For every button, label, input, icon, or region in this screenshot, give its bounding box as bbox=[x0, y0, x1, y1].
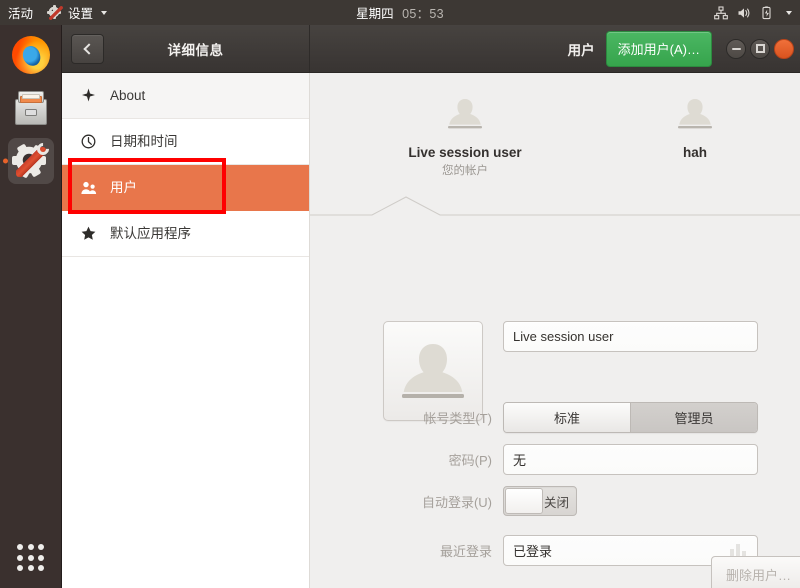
clock-icon bbox=[80, 134, 97, 149]
dock-item-files[interactable] bbox=[8, 85, 54, 131]
toggle-state-label: 关闭 bbox=[544, 492, 569, 511]
window-body: About 日期和时间 用户 默认应用程序 bbox=[62, 73, 800, 588]
user-name: hah bbox=[630, 145, 760, 160]
settings-window: 详细信息 用户 添加用户(A)… About bbox=[62, 25, 800, 588]
row-name: Live session user bbox=[310, 321, 800, 352]
row-password: 密码(P) 无 bbox=[310, 444, 800, 475]
battery-charging-icon bbox=[760, 6, 774, 20]
settings-gear-wrench-icon bbox=[12, 142, 50, 180]
carousel-separator bbox=[310, 195, 800, 217]
account-type-admin[interactable]: 管理员 bbox=[630, 403, 757, 432]
user-card-other[interactable]: hah bbox=[630, 93, 760, 160]
close-button[interactable] bbox=[774, 39, 794, 59]
sidebar-item-about[interactable]: About bbox=[62, 73, 309, 119]
password-label: 密码(P) bbox=[310, 450, 503, 469]
chevron-down-icon[interactable] bbox=[786, 11, 792, 15]
add-user-button[interactable]: 添加用户(A)… bbox=[606, 31, 712, 67]
star-icon bbox=[80, 226, 97, 241]
account-type-segmented[interactable]: 标准 管理员 bbox=[503, 402, 758, 433]
chevron-left-icon bbox=[83, 43, 94, 54]
show-applications-button[interactable] bbox=[0, 536, 62, 580]
sidebar-item-label: About bbox=[110, 89, 145, 103]
firefox-icon bbox=[12, 36, 50, 74]
sidebar-item-label: 日期和时间 bbox=[110, 135, 178, 149]
sidebar-item-default-apps[interactable]: 默认应用程序 bbox=[62, 211, 309, 257]
sidebar-item-datetime[interactable]: 日期和时间 bbox=[62, 119, 309, 165]
default-user-avatar bbox=[442, 93, 488, 139]
volume-icon bbox=[737, 6, 751, 20]
dock-item-settings[interactable] bbox=[8, 138, 54, 184]
header-right-section: 用户 添加用户(A)… bbox=[310, 25, 800, 72]
minimize-button[interactable] bbox=[726, 39, 746, 59]
sparkle-icon bbox=[80, 88, 97, 103]
user-card-current[interactable]: Live session user 您的帐户 bbox=[365, 93, 565, 178]
name-field[interactable]: Live session user bbox=[503, 321, 758, 352]
delete-user-button[interactable]: 删除用户… bbox=[711, 556, 800, 588]
toggle-knob bbox=[505, 488, 543, 514]
autologin-toggle[interactable]: 关闭 bbox=[503, 486, 577, 516]
dock-item-firefox[interactable] bbox=[8, 32, 54, 78]
user-name: Live session user bbox=[365, 145, 565, 160]
sidebar-item-users[interactable]: 用户 bbox=[62, 165, 309, 211]
users-panel: Live session user 您的帐户 hah bbox=[310, 73, 800, 588]
row-account-type: 帐号类型(T) 标准 管理员 bbox=[310, 402, 800, 433]
clock[interactable]: 星期四 05：53 bbox=[0, 3, 800, 22]
clock-time: 05：53 bbox=[402, 7, 444, 21]
show-applications-grid-icon bbox=[17, 544, 45, 572]
back-button[interactable] bbox=[71, 34, 104, 64]
top-bar: 活动 设置 星期四 05：53 bbox=[0, 0, 800, 25]
file-cabinet-icon bbox=[13, 91, 49, 125]
sidebar-item-label: 默认应用程序 bbox=[110, 227, 191, 241]
header-left-section: 详细信息 bbox=[62, 25, 310, 72]
user-detail-panel: Live session user 帐号类型(T) 标准 管理员 密码(P) 无 bbox=[310, 217, 800, 588]
last-login-label: 最近登录 bbox=[310, 541, 503, 560]
default-user-avatar bbox=[672, 93, 718, 139]
window-header-bar: 详细信息 用户 添加用户(A)… bbox=[62, 25, 800, 73]
minimize-icon bbox=[732, 48, 741, 50]
user-carousel: Live session user 您的帐户 hah bbox=[310, 73, 800, 203]
maximize-button[interactable] bbox=[750, 39, 770, 59]
password-field[interactable]: 无 bbox=[503, 444, 758, 475]
detail-rows: Live session user 帐号类型(T) 标准 管理员 密码(P) 无 bbox=[310, 321, 800, 577]
dock bbox=[0, 25, 62, 588]
settings-sidebar: About 日期和时间 用户 默认应用程序 bbox=[62, 73, 310, 588]
status-area[interactable] bbox=[714, 0, 792, 25]
network-wired-icon bbox=[714, 6, 728, 20]
panel-title: 用户 bbox=[568, 39, 595, 59]
maximize-icon bbox=[756, 44, 765, 53]
user-subtitle: 您的帐户 bbox=[365, 162, 565, 178]
account-type-label: 帐号类型(T) bbox=[310, 408, 503, 427]
page-title: 详细信息 bbox=[112, 39, 309, 59]
clock-date: 星期四 bbox=[356, 7, 394, 21]
autologin-label: 自动登录(U) bbox=[310, 492, 503, 511]
users-icon bbox=[80, 181, 97, 195]
account-type-standard[interactable]: 标准 bbox=[504, 403, 630, 432]
sidebar-item-label: 用户 bbox=[110, 181, 137, 195]
window-controls bbox=[726, 39, 794, 59]
row-autologin: 自动登录(U) 关闭 bbox=[310, 486, 800, 516]
